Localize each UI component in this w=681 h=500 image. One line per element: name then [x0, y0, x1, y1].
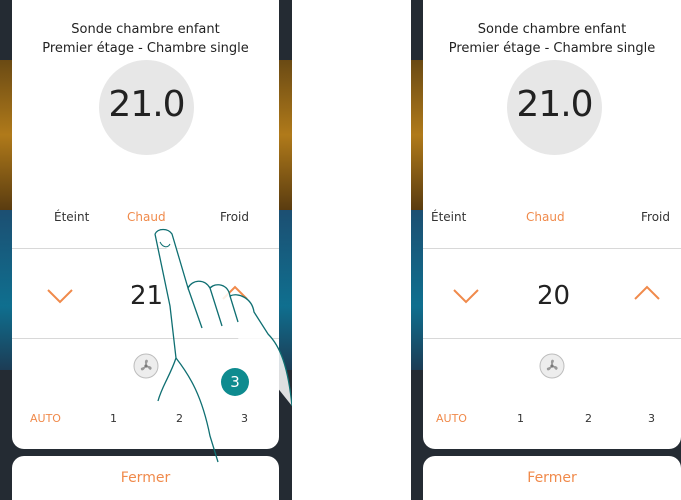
- divider: [423, 248, 681, 249]
- current-temperature: 21.0: [516, 84, 593, 125]
- mode-cool[interactable]: Froid: [641, 210, 670, 224]
- fan-speed-auto[interactable]: AUTO: [436, 412, 467, 425]
- mode-cool[interactable]: Froid: [220, 210, 249, 224]
- fan-speed-1[interactable]: 1: [517, 412, 524, 425]
- fan-speed-1[interactable]: 1: [110, 412, 117, 425]
- hand-pointer-icon: [154, 228, 292, 463]
- mode-off[interactable]: Éteint: [54, 210, 89, 224]
- step-number-badge: 3: [221, 368, 249, 396]
- fan-speed-3[interactable]: 3: [648, 412, 655, 425]
- current-temperature-display: 21.0: [507, 60, 602, 155]
- right-screen: Sonde chambre enfant Premier étage - Cha…: [411, 0, 681, 500]
- chevron-down-icon: [47, 289, 73, 304]
- decrease-setpoint-button[interactable]: [451, 286, 481, 306]
- chevron-down-icon: [453, 289, 479, 304]
- fan-speed-auto[interactable]: AUTO: [30, 412, 61, 425]
- left-screen: Sonde chambre enfant Premier étage - Cha…: [0, 0, 292, 500]
- decrease-setpoint-button[interactable]: [45, 286, 75, 306]
- close-button-label: Fermer: [527, 470, 577, 486]
- setpoint-value: 20: [537, 281, 571, 311]
- room-title: Sonde chambre enfant: [71, 22, 220, 37]
- chevron-up-icon: [634, 285, 660, 300]
- fan-speed-2[interactable]: 2: [585, 412, 592, 425]
- divider: [423, 338, 681, 339]
- room-subtitle: Premier étage - Chambre single: [42, 41, 249, 56]
- mode-heat[interactable]: Chaud: [127, 210, 166, 224]
- mode-heat[interactable]: Chaud: [526, 210, 565, 224]
- mode-off[interactable]: Éteint: [431, 210, 466, 224]
- room-subtitle: Premier étage - Chambre single: [448, 41, 656, 56]
- room-title: Sonde chambre enfant: [477, 22, 627, 37]
- close-button[interactable]: Fermer: [423, 456, 681, 500]
- increase-setpoint-button[interactable]: [632, 283, 662, 303]
- fan-icon: [539, 353, 565, 379]
- thermostat-card: Sonde chambre enfant Premier étage - Cha…: [423, 0, 681, 449]
- current-temperature: 21.0: [108, 84, 185, 125]
- current-temperature-display: 21.0: [99, 60, 194, 155]
